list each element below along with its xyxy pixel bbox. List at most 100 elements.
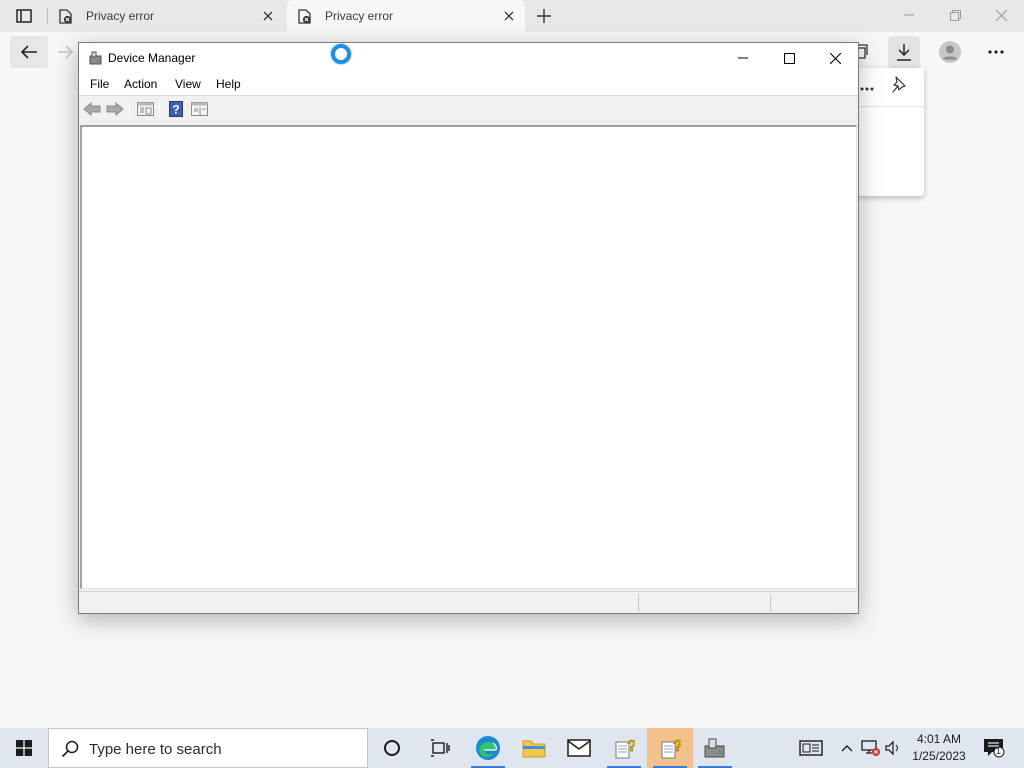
back-arrow-icon — [20, 45, 37, 59]
help-document-icon: ? — [661, 738, 681, 759]
menu-bar: File Action View Help — [79, 73, 858, 96]
device-tree-pane[interactable] — [80, 125, 857, 589]
taskbar-edge[interactable] — [465, 728, 511, 768]
new-tab-button[interactable] — [529, 2, 559, 30]
tab-actions-icon — [16, 9, 32, 23]
cortana-circle-icon — [384, 740, 400, 756]
notification-center-button[interactable]: 1 — [982, 738, 1006, 758]
network-status-button[interactable] — [861, 738, 881, 758]
toolbar-forward-button[interactable] — [106, 101, 124, 117]
tab-actions-button[interactable] — [9, 2, 39, 30]
tab-title: Privacy error — [86, 9, 155, 23]
more-horizontal-icon — [988, 50, 1004, 54]
download-icon — [897, 44, 911, 61]
tab-privacy-error-2[interactable]: Privacy error — [287, 0, 525, 32]
menu-action[interactable]: Action — [123, 77, 158, 91]
back-arrow-icon — [83, 102, 101, 116]
taskbar: Type here to search ? ? 4:01 AM 1 — [0, 728, 1024, 768]
toolbar-separator — [159, 101, 160, 118]
speaker-icon — [885, 740, 898, 756]
downloads-flyout — [852, 68, 924, 196]
toolbar-help-button[interactable]: ? — [167, 101, 185, 117]
mail-icon — [567, 739, 591, 757]
minimize-button[interactable] — [720, 43, 766, 73]
restore-icon — [949, 9, 961, 21]
properties-icon — [136, 102, 154, 116]
toolbar-properties-button[interactable] — [136, 101, 154, 117]
tab-title: Privacy error — [325, 9, 394, 23]
maximize-button[interactable] — [766, 43, 812, 73]
status-bar — [79, 591, 858, 613]
search-placeholder: Type here to search — [89, 741, 222, 758]
menu-file[interactable]: File — [89, 77, 110, 91]
maximize-icon — [783, 52, 795, 64]
close-icon — [995, 9, 1007, 21]
avatar — [939, 41, 961, 63]
browser-tab-strip: Privacy error Privacy error — [0, 0, 1024, 32]
flyout-more-icon[interactable] — [860, 78, 874, 96]
toolbar-console-tree-button[interactable] — [190, 101, 208, 117]
taskbar-file-explorer[interactable] — [511, 728, 557, 768]
console-tree-icon — [190, 102, 208, 116]
device-manager-window: Device Manager File Action View Help ? — [78, 42, 859, 614]
forward-arrow-icon — [106, 102, 124, 116]
notification-icon — [984, 739, 1005, 758]
chevron-up-icon — [841, 745, 853, 752]
settings-more-button[interactable] — [980, 36, 1012, 68]
windows-logo-icon — [16, 740, 32, 756]
news-icon — [799, 740, 823, 756]
device-manager-icon — [89, 51, 102, 65]
system-clock[interactable]: 4:01 AM 1/25/2023 — [904, 731, 974, 765]
taskbar-mail[interactable] — [556, 728, 602, 768]
clock-time: 4:01 AM — [916, 732, 962, 746]
minimize-icon — [904, 14, 914, 16]
loading-spinner-icon — [331, 44, 351, 64]
start-button[interactable] — [0, 728, 48, 768]
pin-icon[interactable] — [890, 76, 906, 98]
menu-help[interactable]: Help — [215, 77, 242, 91]
edge-browser-icon — [476, 736, 500, 760]
svg-text:?: ? — [673, 738, 681, 755]
help-document-icon: ? — [615, 738, 635, 759]
close-icon — [829, 52, 841, 64]
folder-icon — [522, 740, 546, 758]
taskbar-device-manager[interactable] — [692, 728, 738, 768]
forward-arrow-icon — [58, 45, 74, 59]
warning-page-icon — [59, 9, 72, 24]
taskbar-search-box[interactable]: Type here to search — [48, 728, 368, 768]
search-icon — [61, 740, 79, 758]
svg-text:?: ? — [627, 738, 635, 755]
task-view-icon — [431, 739, 450, 757]
device-manager-icon — [704, 738, 725, 758]
status-pane-divider — [770, 594, 771, 612]
status-pane-divider — [638, 594, 639, 612]
cortana-button[interactable] — [369, 728, 415, 768]
task-view-button[interactable] — [417, 728, 463, 768]
tab-close-icon[interactable] — [260, 8, 276, 24]
plus-icon — [537, 9, 551, 23]
browser-minimize-button[interactable] — [886, 0, 932, 30]
volume-button[interactable] — [883, 738, 903, 758]
show-hidden-icons-button[interactable] — [837, 738, 857, 758]
help-icon: ? — [169, 101, 183, 117]
network-disconnected-icon — [861, 740, 880, 756]
taskbar-unknown-app-1[interactable]: ? — [601, 728, 647, 768]
tab-privacy-error-1[interactable]: Privacy error — [48, 0, 284, 32]
profile-button[interactable] — [934, 36, 966, 68]
minimize-icon — [738, 57, 748, 59]
browser-close-button[interactable] — [978, 0, 1024, 30]
browser-restore-button[interactable] — [932, 0, 978, 30]
tab-close-icon[interactable] — [501, 8, 517, 24]
toolbar-back-button[interactable] — [83, 101, 101, 117]
back-button[interactable] — [10, 36, 48, 68]
device-manager-titlebar[interactable]: Device Manager — [79, 43, 858, 73]
close-button[interactable] — [812, 43, 858, 73]
taskbar-unknown-app-2-active[interactable]: ? — [647, 728, 693, 768]
menu-view[interactable]: View — [174, 77, 202, 91]
toolbar-separator — [129, 101, 130, 118]
news-widget-button[interactable] — [798, 738, 824, 758]
flyout-divider — [852, 106, 924, 107]
notification-count: 1 — [996, 746, 1002, 756]
downloads-button[interactable] — [888, 36, 920, 68]
window-title: Device Manager — [108, 51, 196, 65]
